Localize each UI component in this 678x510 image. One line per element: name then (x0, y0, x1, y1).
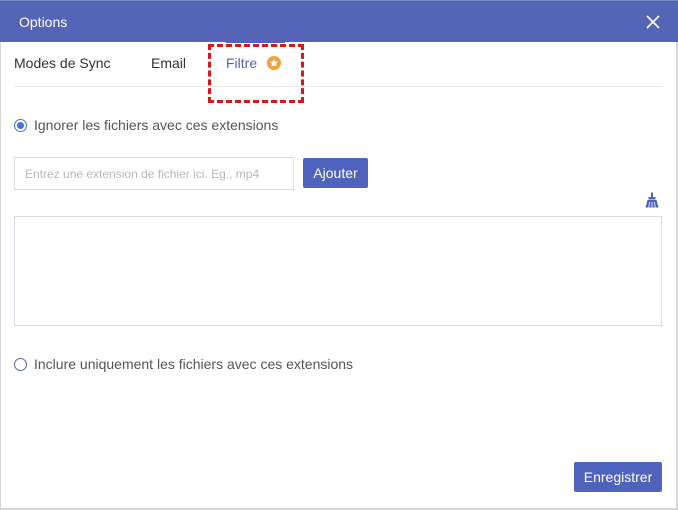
include-option-label: Inclure uniquement les fichiers avec ces… (34, 356, 354, 372)
broom-icon[interactable] (644, 192, 660, 208)
exclude-extensions-option[interactable]: Ignorer les fichiers avec ces extensions (14, 117, 278, 133)
active-tab-indicator (226, 40, 285, 43)
close-icon[interactable] (644, 13, 662, 31)
extension-input[interactable] (14, 157, 294, 190)
extension-list[interactable] (14, 216, 662, 326)
include-extensions-option[interactable]: Inclure uniquement les fichiers avec ces… (14, 356, 353, 372)
tab-email[interactable]: Email (151, 55, 186, 71)
highlight-annotation (208, 44, 304, 103)
add-button[interactable]: Ajouter (303, 158, 368, 188)
dialog-border-left (0, 42, 1, 510)
exclude-option-label: Ignorer les fichiers avec ces extensions (34, 117, 279, 133)
exclude-radio[interactable] (14, 118, 27, 132)
tab-bar: Modes de Sync Email Filtre (0, 42, 678, 88)
window-title: Options (19, 14, 68, 30)
tab-modes-de-sync[interactable]: Modes de Sync (14, 55, 111, 71)
title-bar: Options (0, 0, 678, 42)
include-radio[interactable] (14, 357, 27, 371)
save-button[interactable]: Enregistrer (574, 462, 662, 492)
tabs-divider (14, 86, 662, 87)
